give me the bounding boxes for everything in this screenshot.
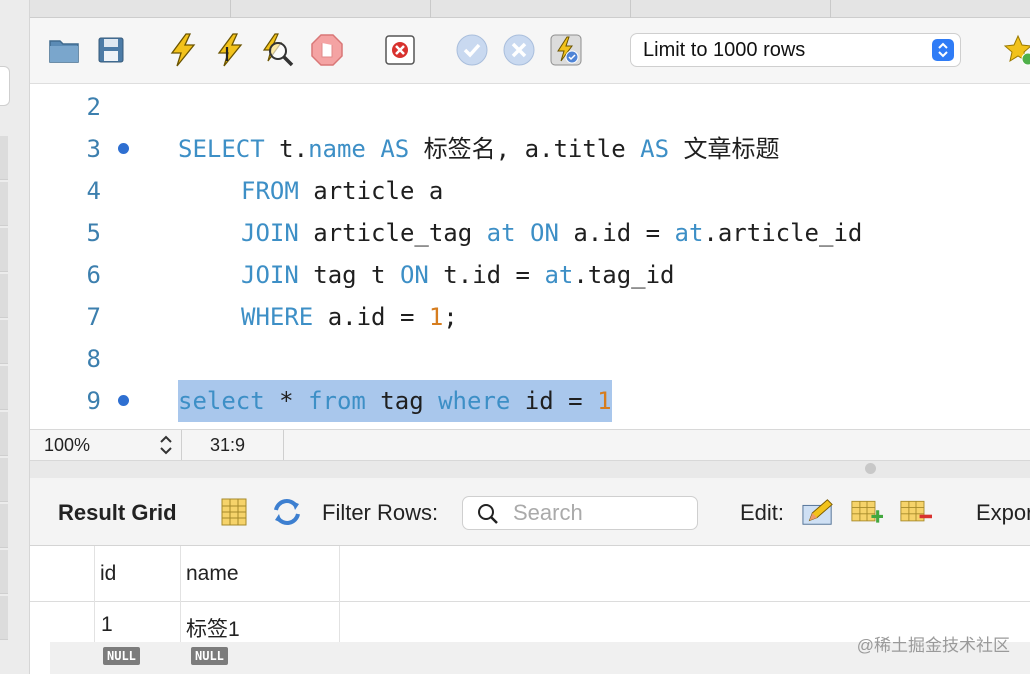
edit-label: Edit: <box>740 500 785 525</box>
line-number: 4 <box>86 177 101 205</box>
side-rail-item[interactable] <box>0 412 8 456</box>
refresh-icon[interactable] <box>271 496 303 528</box>
line-number: 2 <box>86 93 101 121</box>
side-rail-item[interactable] <box>0 366 8 410</box>
editor-tab-strip[interactable] <box>30 0 1030 18</box>
editor-status-bar: 100% 31:9 <box>30 429 1030 461</box>
line-number: 5 <box>86 219 101 247</box>
column-header-name[interactable]: name <box>186 562 239 586</box>
search-icon <box>477 503 499 531</box>
editor-line: 3 SELECT t.name AS 标签名, a.title AS 文章标题 <box>30 128 1030 170</box>
column-header-id[interactable]: id <box>100 562 116 586</box>
pane-splitter[interactable] <box>30 461 1030 478</box>
stop-icon[interactable] <box>309 32 345 68</box>
edit-cell-icon[interactable] <box>802 496 834 528</box>
grid-layout-icon[interactable] <box>218 496 250 528</box>
editor-line: 8 <box>30 338 1030 380</box>
insert-row-icon[interactable] <box>851 496 883 528</box>
code-text: JOIN tag t ON t.id = at.tag_id <box>241 261 675 289</box>
execute-icon[interactable] <box>165 32 201 68</box>
side-rail-item[interactable] <box>0 458 8 502</box>
side-rail-item[interactable] <box>0 136 8 180</box>
bookmark-star-icon[interactable] <box>1000 32 1030 68</box>
commit-icon[interactable] <box>454 32 490 68</box>
editor-line: 4 FROM article a <box>30 170 1030 212</box>
autocommit-icon[interactable] <box>548 32 584 68</box>
statement-marker-icon <box>118 143 129 154</box>
line-number: 6 <box>86 261 101 289</box>
delete-row-icon[interactable] <box>900 496 932 528</box>
toggle-error-icon[interactable] <box>382 32 418 68</box>
explain-icon[interactable] <box>260 32 296 68</box>
selected-code-text: select * from tag where id = 1 <box>178 380 612 422</box>
editor-line: 5 JOIN article_tag at ON a.id = at.artic… <box>30 212 1030 254</box>
line-number: 3 <box>86 135 101 163</box>
zoom-stepper-icon[interactable] <box>156 434 176 456</box>
filter-rows-label: Filter Rows: <box>322 500 439 525</box>
code-text: SELECT t.name AS 标签名, a.title AS 文章标题 <box>178 135 780 163</box>
line-number: 9 <box>86 387 101 415</box>
watermark: @稀土掘金技术社区 <box>856 636 1010 655</box>
zoom-level[interactable]: 100% <box>44 435 90 456</box>
cursor-position: 31:9 <box>210 435 246 455</box>
side-rail-item[interactable] <box>0 182 8 226</box>
left-panel-edge <box>0 0 30 674</box>
null-badge[interactable]: NULL <box>191 647 228 665</box>
side-rail-item[interactable] <box>0 504 8 548</box>
export-button[interactable]: Expor <box>976 500 1030 526</box>
editor-line: 2 <box>30 86 1030 128</box>
grid-cell[interactable]: 1 <box>101 613 113 637</box>
tab-separator <box>230 0 231 18</box>
open-folder-icon[interactable] <box>46 32 82 68</box>
code-text: FROM article a <box>241 177 444 205</box>
splitter-grip-icon[interactable] <box>865 463 876 474</box>
status-divider <box>283 430 284 460</box>
rollback-icon[interactable] <box>501 32 537 68</box>
side-rail-item[interactable] <box>0 320 8 364</box>
result-grid-tab[interactable]: Result Grid <box>58 500 177 526</box>
code-text: WHERE a.id = 1; <box>241 303 458 331</box>
result-toolbar: Result Grid Filter Rows: Edit: Expor <box>30 478 1030 546</box>
filter-search-input[interactable] <box>513 500 691 526</box>
editor-line: 9 select * from tag where id = 1 <box>30 380 1030 422</box>
line-number: 8 <box>86 345 101 373</box>
sql-editor[interactable]: 2 3 SELECT t.name AS 标签名, a.title AS 文章标… <box>30 84 1030 429</box>
tab-separator <box>630 0 631 18</box>
status-divider <box>181 430 182 460</box>
result-grid[interactable]: id name 1 标签1 NULL NULL @稀土掘金技术社区 <box>30 546 1030 674</box>
null-badge[interactable]: NULL <box>103 647 140 665</box>
line-number: 7 <box>86 303 101 331</box>
limit-rows-select[interactable]: Limit to 1000 rows <box>630 33 961 67</box>
side-rail-item[interactable] <box>0 228 8 272</box>
statement-marker-icon <box>118 395 129 406</box>
limit-rows-label: Limit to 1000 rows <box>643 39 806 61</box>
tab-separator <box>830 0 831 18</box>
filter-search-box[interactable] <box>462 496 698 530</box>
tab-separator <box>430 0 431 18</box>
editor-line: 6 JOIN tag t ON t.id = at.tag_id <box>30 254 1030 296</box>
side-rail-item[interactable] <box>0 274 8 318</box>
side-panel-tab[interactable] <box>0 66 10 106</box>
side-rail-item[interactable] <box>0 596 8 640</box>
side-rail-item[interactable] <box>0 550 8 594</box>
sql-editor-toolbar: Limit to 1000 rows <box>30 18 1030 84</box>
execute-current-icon[interactable] <box>212 32 248 68</box>
editor-line: 7 WHERE a.id = 1; <box>30 296 1030 338</box>
chevron-updown-icon <box>932 39 954 61</box>
grid-cell[interactable]: 标签1 <box>186 613 240 643</box>
code-text: JOIN article_tag at ON a.id = at.article… <box>241 219 863 247</box>
save-icon[interactable] <box>93 32 129 68</box>
